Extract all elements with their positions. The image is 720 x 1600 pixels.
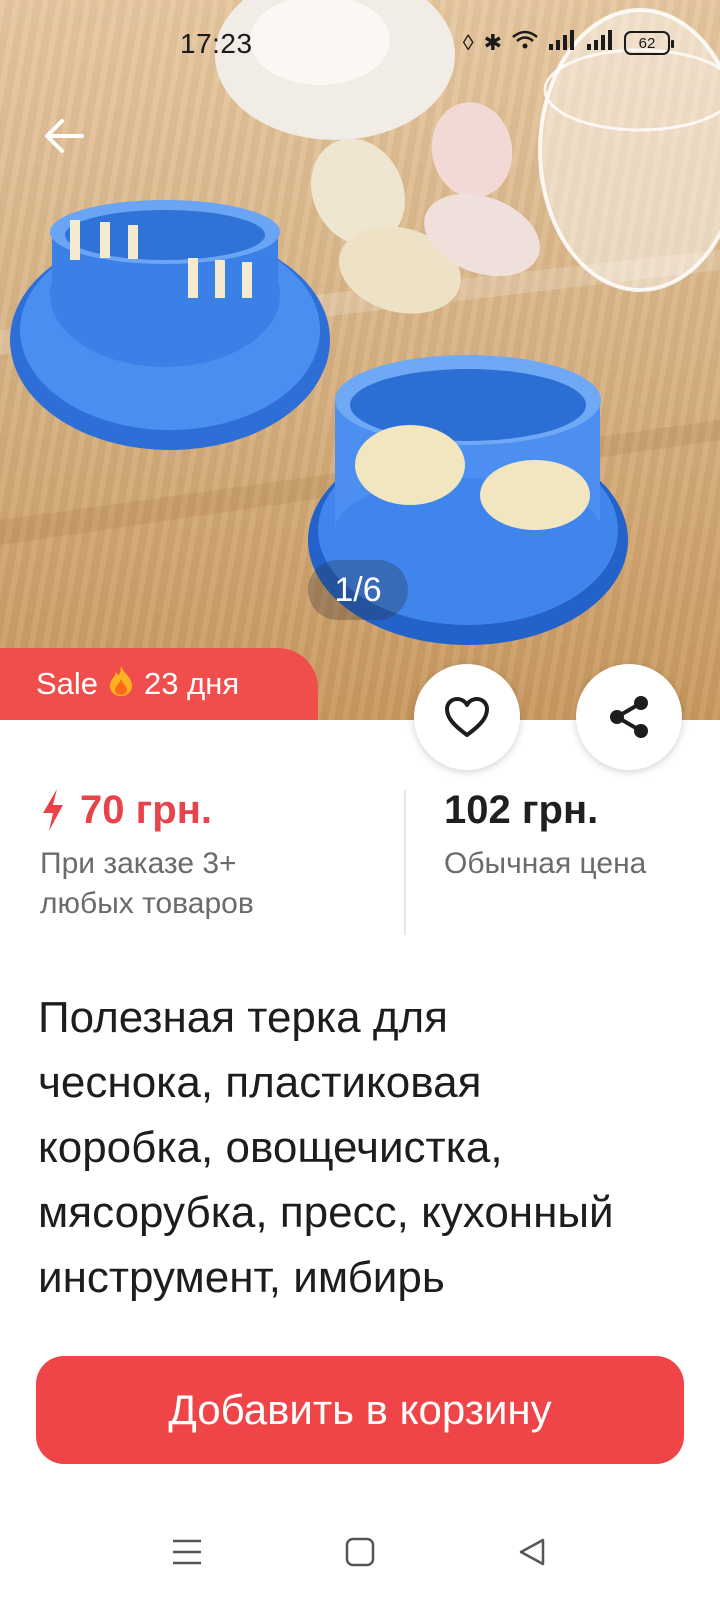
triangle-back-icon bbox=[519, 1538, 545, 1566]
wifi-icon bbox=[512, 30, 538, 56]
sale-days: 23 дня bbox=[144, 666, 240, 701]
square-home-icon bbox=[345, 1537, 375, 1567]
price-divider bbox=[404, 790, 406, 935]
favorite-button[interactable] bbox=[414, 664, 520, 770]
flame-icon bbox=[108, 665, 134, 703]
signal-icon bbox=[548, 30, 576, 56]
regular-price-note: Обычная цена bbox=[444, 847, 647, 880]
sale-price: 70 грн. bbox=[40, 780, 390, 840]
sale-price-block: 70 грн. При заказе 3+ любых товаров bbox=[40, 780, 390, 924]
sale-badge: Sale 23 дня bbox=[0, 648, 318, 720]
add-to-cart-button[interactable]: Добавить в корзину bbox=[36, 1356, 684, 1464]
share-button[interactable] bbox=[576, 664, 682, 770]
sale-note-line: При заказе 3+ bbox=[40, 847, 237, 880]
sale-price-value: 70 грн. bbox=[80, 787, 212, 832]
heart-icon bbox=[445, 697, 489, 737]
battery-icon: 62 bbox=[624, 31, 674, 55]
product-title-line: Полезная терка для bbox=[38, 993, 448, 1042]
status-icons: ◊ ✱ 62 bbox=[462, 30, 674, 56]
product-title: Полезная терка для чеснока, пластиковая … bbox=[38, 985, 698, 1310]
home-nav-button[interactable] bbox=[330, 1530, 390, 1574]
image-counter: 1/6 bbox=[308, 560, 408, 620]
regular-price-value: 102 грн. bbox=[444, 787, 599, 832]
product-title-line: мясорубка, пресс, кухонный bbox=[38, 1188, 614, 1237]
share-icon bbox=[610, 696, 648, 738]
system-nav-bar bbox=[0, 1500, 720, 1600]
sale-label: Sale bbox=[36, 666, 99, 701]
status-bar: 17:23 ◊ ✱ 62 bbox=[0, 0, 720, 90]
product-title-line: коробка, овощечистка, bbox=[38, 1123, 503, 1172]
back-button[interactable] bbox=[36, 108, 92, 164]
regular-price-block: 102 грн. Обычная цена bbox=[444, 780, 714, 884]
sale-note-line: любых товаров bbox=[40, 887, 254, 920]
menu-icon bbox=[173, 1539, 201, 1565]
arrow-left-icon bbox=[45, 119, 84, 153]
signal-icon-2 bbox=[586, 30, 614, 56]
status-time: 17:23 bbox=[180, 28, 253, 59]
bluetooth-icon: ✱ bbox=[483, 30, 502, 55]
data-saver-icon: ◊ bbox=[462, 30, 474, 55]
lightning-icon bbox=[43, 789, 63, 831]
sale-price-note: При заказе 3+ любых товаров bbox=[40, 844, 390, 924]
menu-nav-button[interactable] bbox=[157, 1530, 217, 1574]
product-title-line: инструмент, имбирь bbox=[38, 1253, 445, 1302]
product-image[interactable]: 17:23 ◊ ✱ 62 1/6 bbox=[0, 0, 720, 720]
product-title-line: чеснока, пластиковая bbox=[38, 1058, 482, 1107]
back-nav-button[interactable] bbox=[502, 1530, 562, 1574]
price-section: 70 грн. При заказе 3+ любых товаров 102 … bbox=[0, 780, 720, 940]
